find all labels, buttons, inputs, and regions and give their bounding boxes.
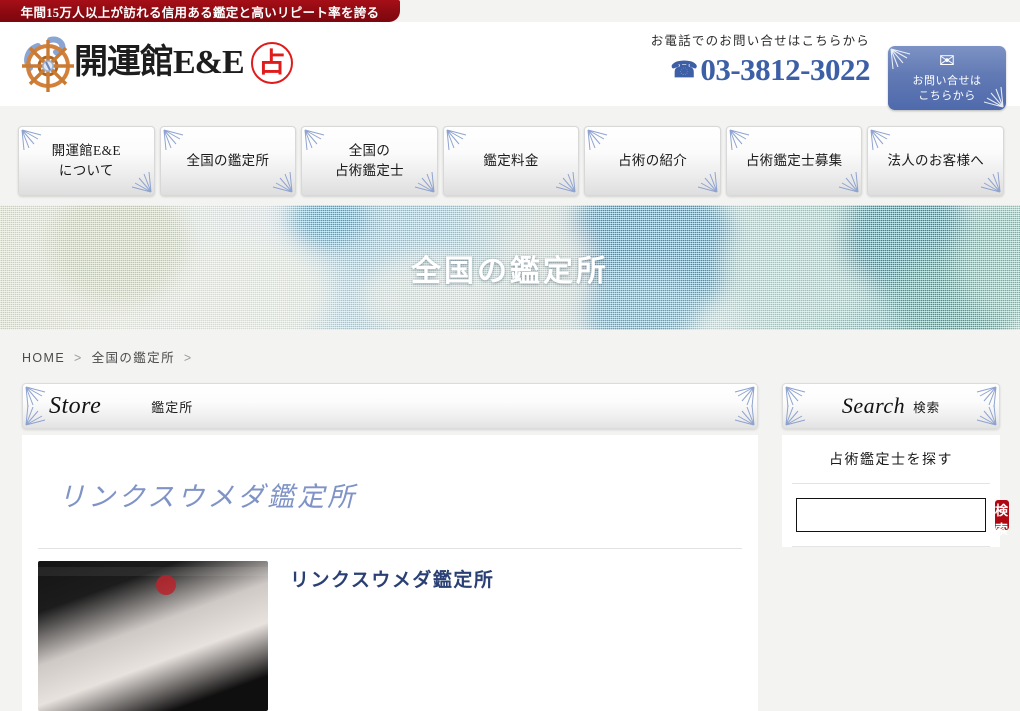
- store-heading: リンクスウメダ鑑定所: [58, 482, 358, 512]
- fan-decoration-icon: [446, 129, 466, 151]
- fan-decoration-icon: [785, 404, 806, 426]
- telephone-number[interactable]: ☎ 03-3812-3022: [651, 52, 870, 88]
- fan-decoration-icon: [21, 129, 42, 151]
- promo-ribbon-text: 年間15万人以上が訪れる信用ある鑑定と高いリピート率を誇る: [20, 5, 380, 20]
- telephone-block: お電話でのお問い合せはこちらから ☎ 03-3812-3022: [650, 30, 871, 88]
- nav-item-label: 占術の紹介: [618, 153, 688, 169]
- photo-red-accent: [156, 575, 176, 595]
- fan-decoration-icon: [734, 404, 755, 426]
- fan-decoration-icon: [870, 129, 891, 151]
- store-listing-row[interactable]: リンクスウメダ鑑定所: [22, 549, 758, 711]
- search-panel-title-en: Search: [841, 393, 906, 418]
- fan-decoration-icon: [697, 171, 718, 193]
- fan-decoration-icon: [729, 129, 750, 151]
- fan-decoration-icon: [980, 171, 1001, 193]
- nav-item-label: 全国の鑑定所: [186, 153, 270, 169]
- nav-item-corporate[interactable]: 法人のお客様へ: [867, 126, 1005, 196]
- search-input[interactable]: [796, 498, 986, 532]
- breadcrumb-current[interactable]: 全国の鑑定所: [92, 351, 175, 365]
- store-panel-header: Store 鑑定所: [22, 383, 758, 429]
- nav-item-label: 鑑定料金: [483, 153, 539, 169]
- fan-decoration-icon: [976, 386, 997, 408]
- breadcrumb-separator: >: [183, 351, 193, 365]
- store-listing-title[interactable]: リンクスウメダ鑑定所: [290, 561, 494, 711]
- store-photo-thumbnail[interactable]: [38, 561, 268, 711]
- store-panel-title-en: Store: [49, 392, 102, 419]
- nav-item-label: 占術鑑定士募集: [745, 153, 843, 169]
- ship-wheel-icon: [20, 34, 78, 92]
- fan-decoration-icon: [304, 129, 325, 151]
- fan-decoration-icon: [839, 171, 859, 193]
- page-title: 全国の鑑定所: [411, 254, 609, 288]
- search-panel-body: 占術鑑定士を探す 検索: [782, 435, 1009, 547]
- fan-decoration-icon: [983, 86, 1004, 108]
- nav-item-methods[interactable]: 占術の紹介: [584, 126, 721, 196]
- fan-decoration-icon: [273, 171, 293, 193]
- site-logo-text: 開運館E&E: [74, 44, 245, 81]
- search-panel-header: Search 検索: [782, 383, 1000, 429]
- fan-decoration-icon: [556, 171, 576, 193]
- contact-button[interactable]: ✉ お問い合せは こちらから: [888, 46, 1006, 110]
- main-content-column: Store 鑑定所 リンクスウメダ鑑定所 リンクスウメダ鑑定所: [22, 383, 758, 711]
- fan-decoration-icon: [131, 171, 152, 193]
- fan-decoration-icon: [890, 48, 911, 70]
- telephone-label: お電話でのお問い合せはこちらから: [650, 34, 870, 48]
- nav-item-label: 全国の 占術鑑定士: [334, 143, 404, 178]
- phone-icon: ☎: [670, 57, 698, 83]
- search-form: 検索: [782, 484, 1009, 546]
- search-section-title: 占術鑑定士を探す: [829, 453, 953, 468]
- fan-decoration-icon: [976, 404, 997, 426]
- search-button[interactable]: 検索: [995, 500, 1009, 537]
- contact-button-line2: こちらから: [918, 90, 976, 102]
- envelope-icon: ✉: [939, 51, 955, 73]
- sidebar-column: Search 検索 占術鑑定士を探す 検索: [782, 383, 1009, 547]
- fan-decoration-icon: [785, 386, 806, 408]
- store-panel-title-jp: 鑑定所: [151, 399, 194, 415]
- nav-item-fortune-tellers[interactable]: 全国の 占術鑑定士: [301, 126, 438, 196]
- fan-decoration-icon: [734, 386, 755, 408]
- nav-item-recruit[interactable]: 占術鑑定士募集: [725, 126, 863, 196]
- site-logo[interactable]: 開運館E&E 占: [20, 34, 293, 92]
- nav-item-stores[interactable]: 全国の鑑定所: [159, 126, 297, 196]
- site-header: 開運館E&E 占 お電話でのお問い合せはこちらから ☎ 03-3812-3022…: [0, 22, 1020, 110]
- uranai-seal-icon: 占: [250, 42, 293, 84]
- breadcrumb-home[interactable]: HOME: [22, 351, 65, 365]
- store-panel-body: リンクスウメダ鑑定所 リンクスウメダ鑑定所: [22, 435, 758, 711]
- photo-highlight-strip: [38, 567, 268, 576]
- nav-item-label: 開運館E&E について: [51, 143, 121, 178]
- promo-ribbon: 年間15万人以上が訪れる信用ある鑑定と高いリピート率を誇る: [0, 0, 400, 22]
- search-panel-title-jp: 検索: [913, 400, 941, 415]
- main-navigation: 開運館E&E について 全国の鑑定所 全国の 占術鑑定士 鑑定料金 占術の紹介 …: [18, 126, 1005, 196]
- fan-decoration-icon: [587, 129, 608, 151]
- fan-decoration-icon: [25, 404, 46, 426]
- contact-button-line1: お問い合せは: [912, 75, 982, 88]
- nav-item-label: 法人のお客様へ: [887, 153, 985, 169]
- breadcrumb: HOME > 全国の鑑定所 >: [22, 347, 197, 366]
- telephone-number-text: 03-3812-3022: [700, 52, 870, 87]
- fan-decoration-icon: [414, 171, 435, 193]
- nav-item-pricing[interactable]: 鑑定料金: [442, 126, 580, 196]
- sidebar-divider: [792, 546, 990, 547]
- breadcrumb-separator: >: [73, 351, 83, 365]
- nav-item-about[interactable]: 開運館E&E について: [18, 126, 155, 196]
- fan-decoration-icon: [25, 386, 46, 408]
- fan-decoration-icon: [163, 129, 183, 151]
- page-hero-banner: 全国の鑑定所: [0, 205, 1020, 330]
